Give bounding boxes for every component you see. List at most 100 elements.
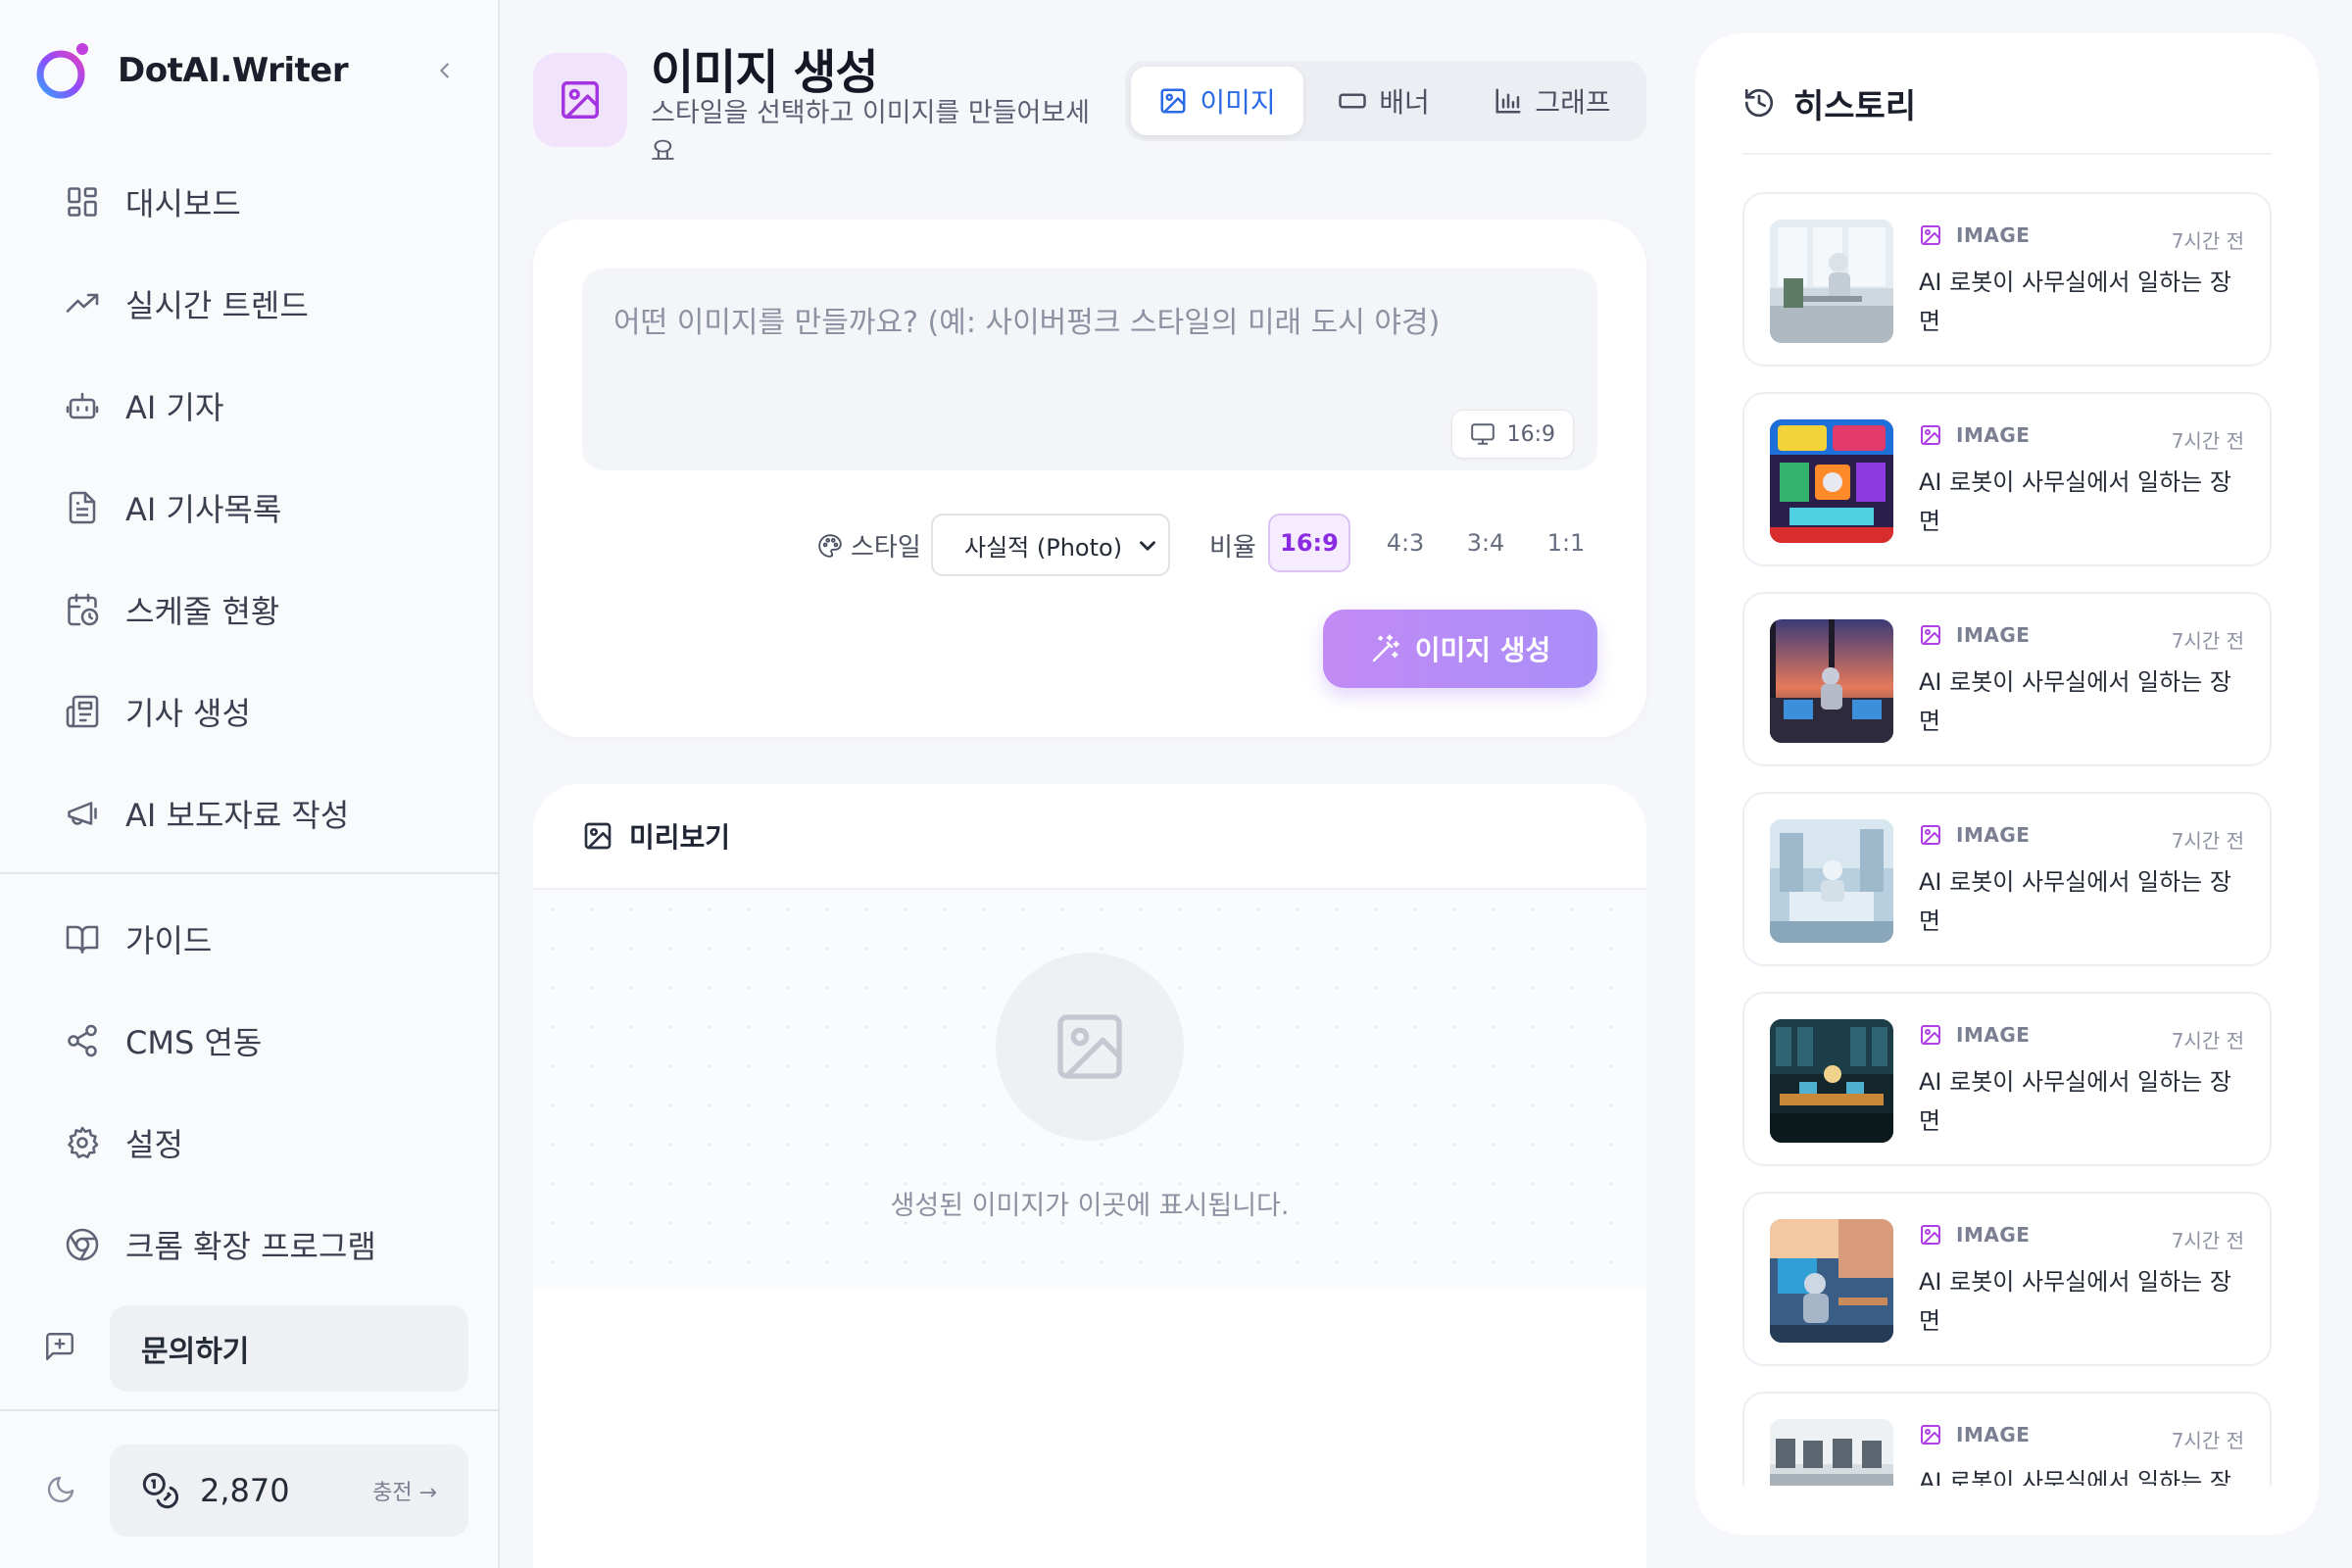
history-thumbnail [1770,619,1893,743]
preview-card: 미리보기 생성된 이미지가 이곳에 표시됩니다. [533,784,1646,1568]
monitor-icon [1470,421,1495,447]
history-item-title: AI 로봇이 사무실에서 일하는 장면 [1919,468,2231,535]
sidebar-item-label: AI 보도자료 작성 [125,797,350,834]
mode-tabs: 이미지 배너 그래프 [1125,61,1646,141]
history-panel: 히스토리 IMAGE 7시간 전 AI 로봇이 사무실에서 일하는 장면 IMA… [1695,33,2319,1535]
preview-placeholder-text: 생성된 이미지가 이곳에 표시됩니다. [890,1191,1290,1221]
history-item-time: 7시간 전 [2171,1229,2244,1252]
charge-link[interactable]: 충전 → [372,1475,437,1506]
brand[interactable]: DotAI.Writer [31,39,463,102]
history-item-type: IMAGE [1919,623,2030,647]
sidebar-item-label: AI 기자 [125,389,224,426]
sidebar-item-schedule[interactable]: 스케줄 현황 [0,559,500,661]
gear-icon [63,1123,102,1162]
dashboard-icon [63,182,102,221]
history-item-title: AI 로봇이 사무실에서 일하는 장면 [1919,1468,2231,1486]
history-thumbnail [1770,819,1893,943]
image-icon [1919,1023,1942,1047]
history-item[interactable]: IMAGE 7시간 전 AI 로봇이 사무실에서 일하는 장면 [1742,1192,2272,1366]
main-nav: 대시보드 실시간 트렌드 AI 기자 AI 기사목록 스케줄 현황 기사 생성 … [0,151,500,864]
ratio-option-4-3[interactable]: 4:3 [1376,514,1435,572]
image-icon [1919,623,1942,647]
style-label: 스타일 [817,527,921,564]
brand-name: DotAI.Writer [118,51,349,90]
prompt-box: 16:9 [582,269,1597,470]
ratio-option-1-1[interactable]: 1:1 [1537,514,1595,572]
history-item-type-label: IMAGE [1956,223,2031,247]
book-icon [63,919,102,958]
history-icon [1742,86,1776,120]
history-item[interactable]: IMAGE 7시간 전 AI 로봇이 사무실에서 일하는 장면 [1742,392,2272,566]
tab-banner[interactable]: 배너 [1303,67,1464,135]
collapse-sidebar-icon[interactable] [427,53,463,88]
tab-label: 이미지 [1200,86,1276,119]
image-icon [1919,423,1942,447]
history-item-type: IMAGE [1919,223,2030,247]
tab-label: 그래프 [1535,86,1611,119]
sidebar-item-label: 대시보드 [125,185,241,222]
sidebar-item-cms[interactable]: CMS 연동 [0,990,500,1092]
tab-label: 배너 [1379,86,1430,119]
sidebar-item-article-list[interactable]: AI 기사목록 [0,457,500,559]
history-item-title: AI 로봇이 사무실에서 일하는 장면 [1919,1068,2231,1135]
history-title: 히스토리 [1793,86,1917,126]
tab-graph[interactable]: 그래프 [1464,67,1641,135]
history-item[interactable]: IMAGE 7시간 전 AI 로봇이 사무실에서 일하는 장면 [1742,792,2272,966]
sidebar-item-dashboard[interactable]: 대시보드 [0,151,500,253]
sidebar-item-label: AI 기사목록 [125,491,282,528]
style-select-value: 사실적 (Photo) [964,533,1123,562]
history-item-type-label: IMAGE [1956,1223,2031,1247]
sidebar-item-ai-reporter[interactable]: AI 기자 [0,355,500,457]
sidebar-item-settings[interactable]: 설정 [0,1092,500,1194]
rectangle-icon [1338,86,1367,116]
history-item-time: 7시간 전 [2171,229,2244,253]
sidebar-item-label: 기사 생성 [125,695,251,732]
prompt-input[interactable] [582,269,1597,470]
page-title: 이미지 생성 [651,45,879,100]
sidebar-item-guide[interactable]: 가이드 [0,888,500,990]
ratio-option-16-9[interactable]: 16:9 [1268,514,1350,572]
ratio-chip[interactable]: 16:9 [1450,410,1574,459]
sidebar-item-chrome-extension[interactable]: 크롬 확장 프로그램 [0,1194,500,1296]
megaphone-icon [63,794,102,833]
generation-card: 16:9 스타일 사실적 (Photo) 비율 16:9 4:3 3:4 1:1 [533,220,1646,737]
image-icon [1919,1423,1942,1446]
history-item-time: 7시간 전 [2171,829,2244,853]
history-item[interactable]: IMAGE 7시간 전 AI 로봇이 사무실에서 일하는 장면 [1742,592,2272,766]
style-select[interactable]: 사실적 (Photo) [931,514,1170,576]
secondary-nav: 가이드 CMS 연동 설정 크롬 확장 프로그램 [0,888,500,1296]
history-item-type-label: IMAGE [1956,1023,2031,1047]
image-icon [1919,1223,1942,1247]
moon-icon[interactable] [45,1474,80,1509]
tab-image[interactable]: 이미지 [1131,67,1303,135]
ratio-option-3-4[interactable]: 3:4 [1456,514,1515,572]
trend-icon [63,284,102,323]
history-item-time: 7시간 전 [2171,429,2244,453]
sidebar-item-label: 실시간 트렌드 [125,287,309,324]
history-item[interactable]: IMAGE 7시간 전 AI 로봇이 사무실에서 일하는 장면 [1742,992,2272,1166]
history-item[interactable]: IMAGE 7시간 전 AI 로봇이 사무실에서 일하는 장면 [1742,192,2272,367]
history-item-time: 7시간 전 [2171,629,2244,653]
history-item-type: IMAGE [1919,1023,2030,1047]
bar-chart-icon [1494,86,1523,116]
sidebar-footer: 2,870 충전 → [0,1409,500,1568]
sidebar-item-press-release[interactable]: AI 보도자료 작성 [0,762,500,864]
credits-button[interactable]: 2,870 충전 → [110,1445,468,1537]
history-thumbnail [1770,220,1893,343]
sidebar-item-trends[interactable]: 실시간 트렌드 [0,253,500,355]
bot-icon [63,386,102,425]
image-icon [1158,86,1188,116]
image-icon [582,820,613,852]
share-icon [63,1021,102,1060]
history-list: IMAGE 7시간 전 AI 로봇이 사무실에서 일하는 장면 IMAGE 7시… [1742,192,2272,1486]
generate-image-button[interactable]: 이미지 생성 [1323,610,1597,688]
inquiry-button[interactable]: 문의하기 [110,1305,468,1392]
history-item[interactable]: IMAGE 7시간 전 AI 로봇이 사무실에서 일하는 장면 [1742,1392,2272,1486]
image-icon [1919,223,1942,247]
sidebar-item-create-article[interactable]: 기사 생성 [0,661,500,762]
sidebar-item-label: 크롬 확장 프로그램 [125,1228,376,1265]
page-subtitle: 스타일을 선택하고 이미지를 만들어보세요 [651,98,1091,168]
image-icon [1919,823,1942,847]
history-header: 히스토리 [1742,76,2272,155]
chevron-down-icon [1135,533,1160,559]
